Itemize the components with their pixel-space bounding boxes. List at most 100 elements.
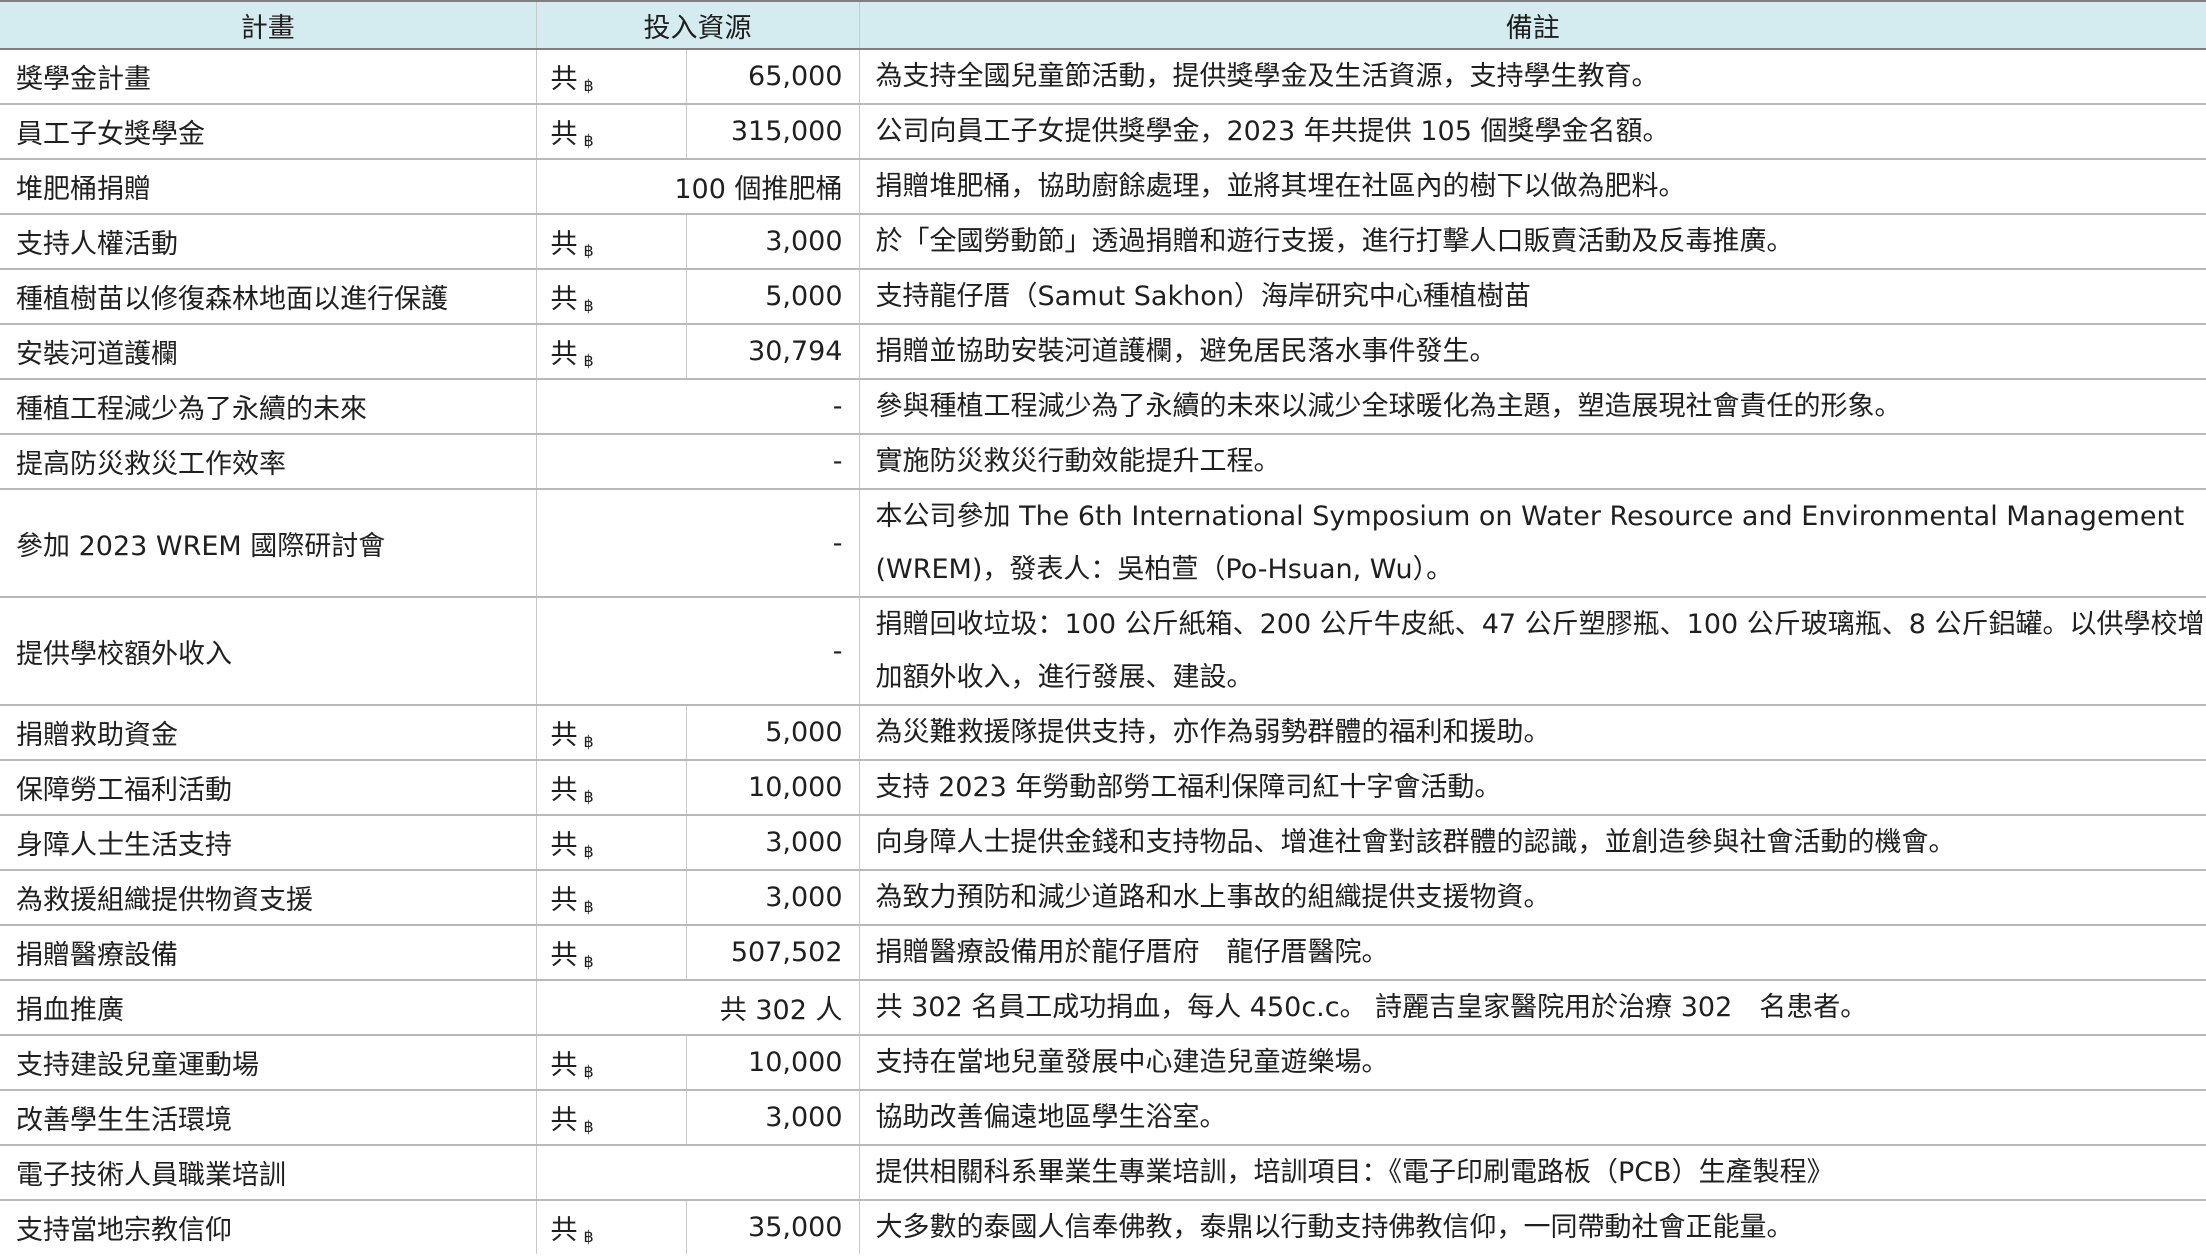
plan-cell: 身障人士生活支持 (0, 815, 537, 871)
total-prefix: 共 (550, 284, 578, 315)
remark-cell: 於「全國勞動節」透過捐贈和遊行支援，進行打擊人口販賣活動及反毒推廣。 (859, 214, 2206, 270)
remark-cell: 公司向員工子女提供獎學金，2023 年共提供 105 個獎學金名額。 (859, 104, 2206, 160)
table-row: 種植工程減少為了永續的未來 - 參與種植工程減少為了永續的未來以減少全球暖化為主題，… (0, 379, 2206, 435)
currency-cell: 共฿ (536, 104, 687, 160)
remark-cell: 支持在當地兒童發展中心建造兒童遊樂場。 (859, 1035, 2206, 1091)
amount-cell: 3,000 (686, 870, 860, 926)
table-row: 安裝河道護欄共฿ 30,794 捐贈並協助安裝河道護欄，避免居民落水事件發生。 (0, 324, 2206, 380)
amount-cell: 65,000 (686, 49, 860, 105)
plan-cell: 安裝河道護欄 (0, 324, 537, 380)
currency-cell: 共฿ (536, 214, 687, 270)
baht-symbol: ฿ (583, 1117, 594, 1136)
amount-cell: - (536, 489, 860, 598)
currency-cell: 共฿ (536, 815, 687, 871)
plan-cell: 支持當地宗教信仰 (0, 1200, 537, 1254)
remark-cell: 參與種植工程減少為了永續的未來以減少全球暖化為主題，塑造展現社會責任的形象。 (859, 379, 2206, 435)
remark-cell: 大多數的泰國人信奉佛教，泰鼎以行動支持佛教信仰，一同帶動社會正能量。 (875, 1212, 1794, 1243)
currency-cell: 共฿ (536, 49, 687, 105)
amount-cell: 5,000 (686, 705, 860, 761)
total-prefix: 共 (550, 119, 578, 150)
header-resources: 投入資源 (536, 0, 860, 50)
baht-symbol: ฿ (583, 296, 594, 315)
remark-cell: 協助改善偏遠地區學生浴室。 (859, 1090, 2206, 1146)
currency-cell: 共฿ (536, 705, 687, 761)
amount-cell: 3,000 (686, 815, 860, 871)
remark-cell: 捐贈並協助安裝河道護欄，避免居民落水事件發生。 (859, 324, 2206, 380)
plan-cell: 提高防災救災工作效率 (0, 434, 537, 490)
csr-plans-table: 計畫 投入資源 備註 獎學金計畫共฿ 65,000 為支持全國兒童節活動，提供獎學金… (0, 0, 2206, 1254)
currency-cell: 共฿ (536, 760, 687, 816)
remark-cell: 向身障人士提供金錢和支持物品、增進社會對該群體的認識，並創造參與社會活動的機會。 (859, 815, 2206, 871)
total-prefix: 共 (550, 1105, 578, 1136)
amount-cell: 100 個推肥桶 (536, 159, 860, 215)
remark-cell: 支持龍仔厝（Samut Sakhon）海岸研究中心種植樹苗 (859, 269, 2206, 325)
total-prefix: 共 (550, 885, 578, 916)
currency-cell: 共฿ (536, 1090, 687, 1146)
remark-cell: 為致力預防和減少道路和水上事故的組織提供支援物資。 (859, 870, 2206, 926)
amount-cell: 10,000 (686, 760, 860, 816)
currency-cell: 共฿ (536, 1200, 687, 1254)
total-prefix: 共 (550, 775, 578, 806)
baht-symbol: ฿ (583, 787, 594, 806)
amount-cell: 3,000 (686, 214, 860, 270)
plan-cell: 參加 2023 WREM 國際研討會 (0, 489, 537, 598)
table-row: 捐贈醫療設備共฿ 507,502 捐贈醫療設備用於龍仔厝府 龍仔厝醫院。 (0, 925, 2206, 981)
total-prefix: 共 (550, 339, 578, 370)
amount-cell: 30,794 (686, 324, 860, 380)
plan-cell: 員工子女獎學金 (0, 104, 537, 160)
total-prefix: 共 (550, 720, 578, 751)
plan-cell: 捐血推廣 (0, 980, 537, 1036)
remark-cell: 捐贈醫療設備用於龍仔厝府 龍仔厝醫院。 (859, 925, 2206, 981)
plan-cell: 保障勞工福利活動 (0, 760, 537, 816)
plan-cell: 堆肥桶捐贈 (0, 159, 537, 215)
table-row: 捐血推廣共 302 人共 302 名員工成功捐血，每人 450c.c。 詩麗吉皇… (0, 980, 2206, 1036)
table-header-row: 計畫 投入資源 備註 (0, 0, 2206, 50)
remark-cell: 支持 2023 年勞動部勞工福利保障司紅十字會活動。 (859, 760, 2206, 816)
table-row: 員工子女獎學金共฿ 315,000 公司向員工子女提供獎學金，2023 年共提供 1… (0, 104, 2206, 160)
amount-cell: 35,000 (686, 1200, 860, 1254)
remark-cell: 本公司參加 The 6th International Symposium on… (859, 489, 2206, 598)
baht-symbol: ฿ (583, 842, 594, 861)
amount-cell: - (536, 434, 860, 490)
baht-symbol: ฿ (583, 351, 594, 370)
plan-cell: 種植工程減少為了永續的未來 (0, 379, 537, 435)
currency-cell: 共฿ (536, 269, 687, 325)
table-row: 獎學金計畫共฿ 65,000 為支持全國兒童節活動，提供獎學金及生活資源，支持學生教… (0, 49, 2206, 105)
remark-cell: 捐贈回收垃圾：100 公斤紙箱、200 公斤牛皮紙、47 公斤塑膠瓶、100 公… (859, 597, 2206, 706)
table-row: 支持建設兒童運動場共฿ 10,000 支持在當地兒童發展中心建造兒童遊樂場。 (0, 1035, 2206, 1091)
plan-cell: 改善學生生活環境 (0, 1090, 537, 1146)
table-row: 身障人士生活支持共฿ 3,000 向身障人士提供金錢和支持物品、增進社會對該群體的認… (0, 815, 2206, 871)
currency-cell: 共฿ (536, 1035, 687, 1091)
table-row: 支持當地宗教信仰共฿ 35,000 大多數的泰國人信奉佛教，泰鼎以行動支持佛教信仰，… (0, 1200, 2206, 1254)
table-row: 為救援組織提供物資支援共฿ 3,000 為致力預防和減少道路和水上事故的組織提供支援… (0, 870, 2206, 926)
table-row: 提高防災救災工作效率 - 實施防災救災行動效能提升工程。 (0, 434, 2206, 490)
baht-symbol: ฿ (583, 1062, 594, 1081)
table-row: 種植樹苗以修復森林地面以進行保護共฿ 5,000 支持龍仔厝（Samut Sakho… (0, 269, 2206, 325)
table-row: 提供學校額外收入 - 捐贈回收垃圾：100 公斤紙箱、200 公斤牛皮紙、47 公斤… (0, 597, 2206, 706)
table-row: 捐贈救助資金共฿ 5,000 為災難救援隊提供支持，亦作為弱勢群體的福利和援助。 (0, 705, 2206, 761)
plan-cell: 捐贈醫療設備 (0, 925, 537, 981)
remark-cell: 捐贈堆肥桶，協助廚餘處理，並將其埋在社區內的樹下以做為肥料。 (859, 159, 2206, 215)
table-row: 支持人權活動共฿ 3,000 於「全國勞動節」透過捐贈和遊行支援，進行打擊人口販賣活… (0, 214, 2206, 270)
table-row: 電子技術人員職業培訓 提供相關科系畢業生專業培訓，培訓項目：《電子印刷電路板（PC… (0, 1145, 2206, 1201)
amount-cell: 3,000 (686, 1090, 860, 1146)
total-prefix: 共 (550, 64, 578, 95)
baht-symbol: ฿ (583, 732, 594, 751)
total-prefix: 共 (550, 1215, 578, 1246)
amount-cell: - (536, 379, 860, 435)
amount-cell: 共 302 人 (536, 980, 860, 1036)
remark-cell: 提供相關科系畢業生專業培訓，培訓項目：《電子印刷電路板（PCB）生產製程》 (859, 1145, 2206, 1201)
plan-cell: 獎學金計畫 (0, 49, 537, 105)
plan-cell: 種植樹苗以修復森林地面以進行保護 (0, 269, 537, 325)
currency-cell: 共฿ (536, 324, 687, 380)
table-row: 參加 2023 WREM 國際研討會 - 本公司參加 The 6th Interna… (0, 489, 2206, 598)
amount-cell: 507,502 (686, 925, 860, 981)
currency-cell: 共฿ (536, 925, 687, 981)
baht-symbol: ฿ (583, 952, 594, 971)
table-body: 獎學金計畫共฿ 65,000 為支持全國兒童節活動，提供獎學金及生活資源，支持學生教… (0, 49, 2206, 1254)
remark-cell: 共 302 名員工成功捐血，每人 450c.c。 詩麗吉皇家醫院用於治療 302… (859, 980, 2206, 1036)
plan-cell: 捐贈救助資金 (0, 705, 537, 761)
plan-cell: 電子技術人員職業培訓 (0, 1145, 537, 1201)
currency-cell: 共฿ (536, 870, 687, 926)
amount-cell: 315,000 (686, 104, 860, 160)
